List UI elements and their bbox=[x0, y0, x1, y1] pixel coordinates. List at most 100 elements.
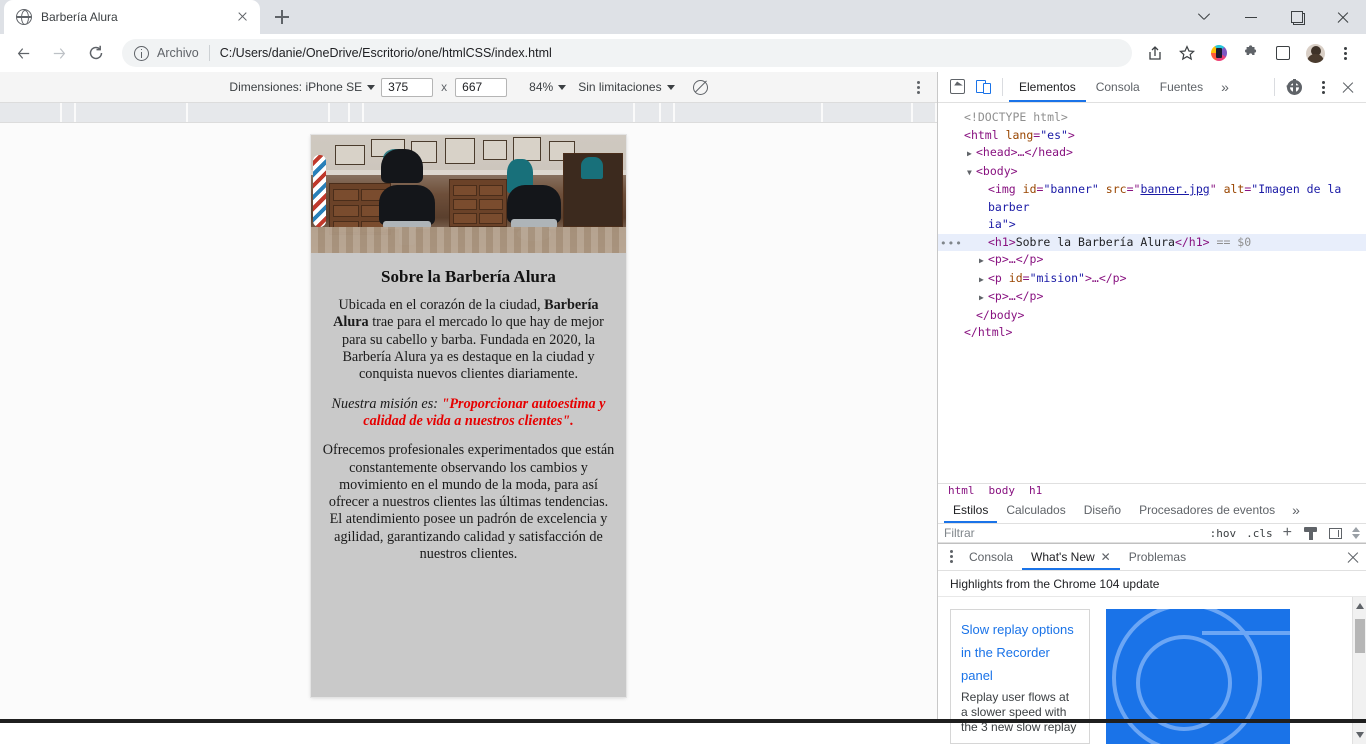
attr-lang: lang bbox=[1005, 127, 1034, 142]
drawer-tab-problemas[interactable]: Problemas bbox=[1120, 544, 1195, 570]
close-whats-new-icon[interactable]: ✕ bbox=[1101, 544, 1111, 571]
scroll-down-icon[interactable] bbox=[1356, 732, 1364, 738]
drawer-tab-consola[interactable]: Consola bbox=[960, 544, 1022, 570]
bookmark-star-icon[interactable] bbox=[1172, 38, 1202, 68]
extension-color-icon[interactable] bbox=[1204, 38, 1234, 68]
close-devtools-icon[interactable] bbox=[1336, 75, 1360, 99]
drawer-menu-icon[interactable] bbox=[942, 546, 960, 568]
device-ruler[interactable] bbox=[0, 103, 937, 123]
dom-line-body-close: </body> bbox=[976, 307, 1025, 322]
computed-styles-icon[interactable] bbox=[1304, 526, 1317, 540]
tab-consola[interactable]: Consola bbox=[1086, 72, 1150, 102]
no-throttling-icon[interactable] bbox=[692, 79, 708, 95]
close-drawer-icon[interactable] bbox=[1340, 544, 1366, 570]
device-toolbar-toggle-icon[interactable] bbox=[970, 74, 996, 100]
info-icon[interactable] bbox=[134, 45, 149, 61]
scrollbar-thumb[interactable] bbox=[1355, 619, 1365, 653]
extensions-puzzle-icon[interactable] bbox=[1236, 38, 1266, 68]
scroll-spinner[interactable] bbox=[1352, 527, 1360, 539]
throttling-dropdown[interactable]: Sin limitaciones bbox=[578, 80, 675, 94]
expand-triangle-icon[interactable]: ▶ bbox=[979, 289, 988, 307]
breadcrumb-html[interactable]: html bbox=[948, 484, 975, 497]
close-window-button[interactable] bbox=[1320, 0, 1366, 34]
back-button[interactable] bbox=[8, 37, 40, 69]
h1-text-node: Sobre la Barbería Alura bbox=[1015, 234, 1175, 249]
drawer-tab-whats-new[interactable]: What's New ✕ bbox=[1022, 544, 1120, 570]
breadcrumb-h1[interactable]: h1 bbox=[1029, 484, 1042, 497]
dom-line-head[interactable]: ▶ <head>…</head> bbox=[938, 144, 1366, 163]
more-panels-icon[interactable]: » bbox=[1213, 79, 1237, 95]
device-toggle-glyph bbox=[976, 79, 992, 94]
tab-calculados[interactable]: Calculados bbox=[997, 497, 1074, 523]
tab-procesadores-eventos[interactable]: Procesadores de eventos bbox=[1130, 497, 1284, 523]
devtools-menu-icon[interactable] bbox=[1310, 72, 1336, 102]
device-viewport[interactable]: Sobre la Barbería Alura Ubicada en el co… bbox=[311, 135, 626, 697]
dom-line-img[interactable]: <img id="banner" src="banner.jpg" alt="I… bbox=[938, 181, 1366, 216]
card-title[interactable]: Slow replay options in the Recorder pane… bbox=[961, 618, 1079, 687]
menu-dot bbox=[1321, 86, 1325, 90]
side-panel-icon[interactable] bbox=[1268, 38, 1298, 68]
share-icon[interactable] bbox=[1140, 38, 1170, 68]
ruler-segment bbox=[0, 103, 62, 122]
collapse-triangle-icon[interactable]: ▼ bbox=[967, 164, 976, 182]
expand-triangle-icon[interactable]: ▶ bbox=[979, 271, 988, 289]
close-tab-icon[interactable] bbox=[234, 9, 250, 25]
expand-triangle-icon[interactable]: ▶ bbox=[979, 252, 988, 270]
reload-button[interactable] bbox=[80, 37, 112, 69]
cls-toggle[interactable]: .cls bbox=[1246, 527, 1273, 540]
barber-chair bbox=[381, 149, 423, 183]
tab-search-icon[interactable] bbox=[1182, 0, 1228, 34]
divider bbox=[208, 45, 210, 61]
hov-toggle[interactable]: :hov bbox=[1210, 527, 1237, 540]
dom-line-body[interactable]: ▼ <body> bbox=[938, 163, 1366, 182]
inspect-element-icon[interactable] bbox=[944, 74, 970, 100]
address-bar[interactable]: Archivo C:/Users/danie/OneDrive/Escritor… bbox=[122, 39, 1132, 67]
more-styles-tabs-icon[interactable]: » bbox=[1284, 502, 1308, 518]
tag-html: html bbox=[970, 127, 999, 142]
expand-triangle-icon[interactable]: ▶ bbox=[967, 145, 976, 163]
puzzle-glyph bbox=[1245, 45, 1257, 55]
browser-tab[interactable]: Barbería Alura bbox=[4, 0, 260, 34]
viewport-height-input[interactable]: 667 bbox=[455, 77, 508, 97]
new-tab-button[interactable] bbox=[268, 3, 296, 31]
devtools-toolbar: Elementos Consola Fuentes » bbox=[938, 72, 1366, 103]
scroll-up-icon[interactable] bbox=[1352, 527, 1360, 532]
tab-fuentes[interactable]: Fuentes bbox=[1150, 72, 1213, 102]
dom-line-p1[interactable]: ▶ <p>…</p> bbox=[938, 251, 1366, 270]
new-style-rule-icon[interactable]: + bbox=[1283, 524, 1292, 542]
forward-arrow-icon bbox=[53, 48, 66, 59]
src-link[interactable]: banner.jpg bbox=[1140, 182, 1209, 196]
tab-elementos[interactable]: Elementos bbox=[1009, 72, 1086, 102]
globe-icon bbox=[16, 9, 32, 25]
reload-icon bbox=[89, 45, 103, 60]
dom-tree[interactable]: <!DOCTYPE html> <html lang="es"> ▶ <head>… bbox=[938, 103, 1366, 483]
device-preset-dropdown[interactable]: Dimensiones: iPhone SE bbox=[229, 80, 376, 94]
toggle-sidebar-icon[interactable] bbox=[1329, 527, 1342, 539]
mision-label: Nuestra misión es: bbox=[331, 395, 442, 412]
banner-floor bbox=[311, 227, 626, 253]
viewport-width-input[interactable]: 375 bbox=[381, 77, 434, 97]
dom-line-html[interactable]: <html lang="es"> bbox=[938, 127, 1366, 145]
restore-button[interactable] bbox=[1274, 0, 1320, 34]
chrome-menu-icon[interactable] bbox=[1332, 38, 1358, 68]
dom-line-h1-selected[interactable]: ••• <h1>Sobre la Barbería Alura</h1> == $… bbox=[938, 233, 1366, 253]
device-more-options-icon[interactable] bbox=[909, 78, 927, 98]
forward-button[interactable] bbox=[44, 37, 76, 69]
settings-gear-icon[interactable] bbox=[1287, 79, 1302, 95]
scroll-up-icon[interactable] bbox=[1356, 603, 1364, 609]
ruler-segment bbox=[188, 103, 330, 122]
side-panel-glyph bbox=[1276, 46, 1290, 60]
profile-avatar[interactable] bbox=[1300, 38, 1330, 68]
zoom-dropdown[interactable]: 84% bbox=[529, 80, 567, 94]
tab-estilos[interactable]: Estilos bbox=[944, 497, 997, 523]
dom-line-p-mision[interactable]: ▶ <p id="mision">…</p> bbox=[938, 270, 1366, 289]
dom-line-p3[interactable]: ▶ <p>…</p> bbox=[938, 288, 1366, 307]
scroll-down-icon[interactable] bbox=[1352, 534, 1360, 539]
teal-accent bbox=[581, 157, 603, 179]
breadcrumb-body[interactable]: body bbox=[989, 484, 1016, 497]
tab-diseno[interactable]: Diseño bbox=[1075, 497, 1130, 523]
minimize-button[interactable] bbox=[1228, 0, 1274, 34]
filter-input[interactable]: Filtrar bbox=[944, 526, 1200, 540]
whats-new-card[interactable]: Slow replay options in the Recorder pane… bbox=[950, 609, 1090, 744]
line-menu-icon[interactable]: ••• bbox=[940, 235, 963, 253]
